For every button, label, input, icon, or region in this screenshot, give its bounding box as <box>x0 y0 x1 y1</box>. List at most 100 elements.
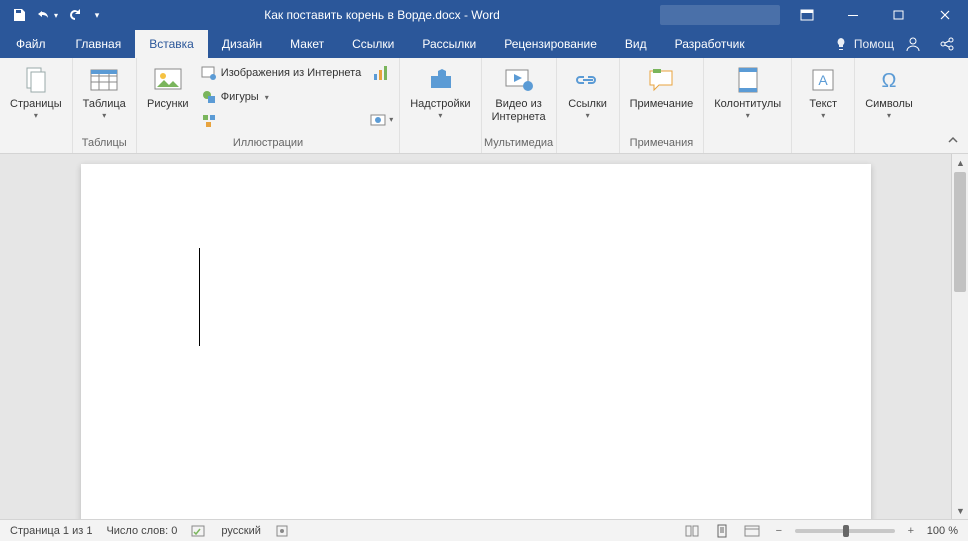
addins-button[interactable]: Надстройки ▾ <box>406 62 474 122</box>
tab-home[interactable]: Главная <box>62 30 136 58</box>
group-text: A Текст ▾ <box>792 58 855 153</box>
print-layout-button[interactable] <box>711 522 733 540</box>
minimize-button[interactable] <box>830 0 876 30</box>
collapse-ribbon-button[interactable] <box>944 131 962 149</box>
comment-icon <box>645 64 677 96</box>
tab-layout[interactable]: Макет <box>276 30 338 58</box>
undo-button[interactable]: ▾ <box>34 2 60 28</box>
group-comments-label: Примечания <box>620 135 704 153</box>
group-addins: Надстройки ▾ <box>400 58 481 153</box>
zoom-slider[interactable] <box>795 529 895 533</box>
spellcheck-button[interactable] <box>191 524 207 538</box>
online-pictures-icon <box>201 65 217 81</box>
maximize-button[interactable] <box>876 0 922 30</box>
chart-button[interactable] <box>369 62 393 84</box>
pages-button[interactable]: Страницы ▾ <box>6 62 66 122</box>
tab-developer[interactable]: Разработчик <box>661 30 759 58</box>
group-symbols: Ω Символы ▾ <box>855 58 923 153</box>
shapes-icon <box>201 89 217 105</box>
smartart-button[interactable] <box>197 110 221 132</box>
headerfooter-label: Колонтитулы <box>714 98 781 111</box>
online-pictures-button[interactable]: Изображения из Интернета <box>197 62 365 84</box>
word-count[interactable]: Число слов: 0 <box>106 525 177 537</box>
screenshot-icon <box>369 111 387 127</box>
language-label: русский <box>221 525 260 537</box>
share-icon <box>939 36 955 52</box>
ribbon-display-button[interactable] <box>784 0 830 30</box>
close-button[interactable] <box>922 0 968 30</box>
group-tables: Таблица ▾ Таблицы <box>73 58 137 153</box>
group-links: Ссылки ▾ <box>557 58 620 153</box>
word-count-label: Число слов: 0 <box>106 525 177 537</box>
text-label: Текст <box>809 98 837 111</box>
window-controls <box>784 0 968 30</box>
comment-label: Примечание <box>630 98 694 111</box>
group-media: Видео из Интернета Мультимедиа <box>482 58 557 153</box>
spellcheck-icon <box>191 524 207 538</box>
vertical-scrollbar[interactable]: ▲ ▼ <box>951 154 968 519</box>
tab-review[interactable]: Рецензирование <box>490 30 611 58</box>
scroll-down-button[interactable]: ▼ <box>952 502 968 519</box>
chevron-down-icon: ▾ <box>887 111 891 120</box>
tab-view[interactable]: Вид <box>611 30 661 58</box>
chevron-down-icon: ▾ <box>746 111 750 120</box>
shapes-button[interactable]: Фигуры ▾ <box>197 86 365 108</box>
window-title: Как поставить корень в Ворде.docx - Word <box>104 8 660 22</box>
pictures-button[interactable]: Рисунки <box>143 62 193 113</box>
redo-button[interactable] <box>62 2 88 28</box>
share-button[interactable] <box>932 30 962 58</box>
symbols-label: Символы <box>865 98 913 111</box>
lightbulb-icon <box>834 37 848 51</box>
links-button[interactable]: Ссылки ▾ <box>563 62 613 122</box>
omega-icon: Ω <box>873 64 905 96</box>
svg-text:Ω: Ω <box>882 70 897 92</box>
svg-text:A: A <box>819 72 829 88</box>
links-label: Ссылки <box>568 98 607 111</box>
scroll-up-button[interactable]: ▲ <box>952 154 968 171</box>
ribbon: Страницы ▾ Таблица ▾ Таблицы Рисун <box>0 58 968 154</box>
page[interactable] <box>81 164 871 519</box>
smartart-icon <box>201 113 217 129</box>
save-button[interactable] <box>6 2 32 28</box>
group-pages-label <box>0 135 72 153</box>
group-tables-label: Таблицы <box>73 135 136 153</box>
textbox-icon: A <box>807 64 839 96</box>
headerfooter-button[interactable]: Колонтитулы ▾ <box>710 62 785 122</box>
chevron-down-icon: ▾ <box>821 111 825 120</box>
account-placeholder <box>660 5 780 25</box>
chevron-up-icon <box>947 134 959 146</box>
group-symbols-label <box>855 135 923 153</box>
table-icon <box>88 64 120 96</box>
user-icon <box>905 36 921 52</box>
screenshot-button[interactable]: ▾ <box>369 108 393 130</box>
tab-references[interactable]: Ссылки <box>338 30 408 58</box>
language-button[interactable]: русский <box>221 525 260 537</box>
tell-me[interactable]: Помощ <box>834 37 894 51</box>
account-button[interactable] <box>898 30 928 58</box>
symbols-button[interactable]: Ω Символы ▾ <box>861 62 917 122</box>
table-button[interactable]: Таблица ▾ <box>79 62 130 122</box>
tab-file[interactable]: Файл <box>0 30 62 58</box>
macro-button[interactable] <box>275 524 289 538</box>
page-status-label: Страница 1 из 1 <box>10 525 92 537</box>
page-status[interactable]: Страница 1 из 1 <box>10 525 92 537</box>
zoom-out-button[interactable]: − <box>771 525 787 537</box>
text-button[interactable]: A Текст ▾ <box>798 62 848 122</box>
group-links-label <box>557 135 619 153</box>
read-mode-button[interactable] <box>681 522 703 540</box>
zoom-level[interactable]: 100 % <box>927 525 958 537</box>
qat-customize-button[interactable]: ▾ <box>90 2 104 28</box>
zoom-thumb[interactable] <box>843 525 849 537</box>
tab-design[interactable]: Дизайн <box>208 30 276 58</box>
title-bar: ▾ ▾ Как поставить корень в Ворде.docx - … <box>0 0 968 30</box>
group-pages: Страницы ▾ <box>0 58 73 153</box>
scroll-thumb[interactable] <box>954 172 966 292</box>
comment-button[interactable]: Примечание <box>626 62 698 113</box>
document-canvas[interactable] <box>0 154 951 519</box>
web-layout-button[interactable] <box>741 522 763 540</box>
tab-mailings[interactable]: Рассылки <box>408 30 490 58</box>
online-video-button[interactable]: Видео из Интернета <box>488 62 550 126</box>
zoom-in-button[interactable]: + <box>903 525 919 537</box>
tell-me-label: Помощ <box>854 37 894 51</box>
tab-insert[interactable]: Вставка <box>135 30 208 58</box>
